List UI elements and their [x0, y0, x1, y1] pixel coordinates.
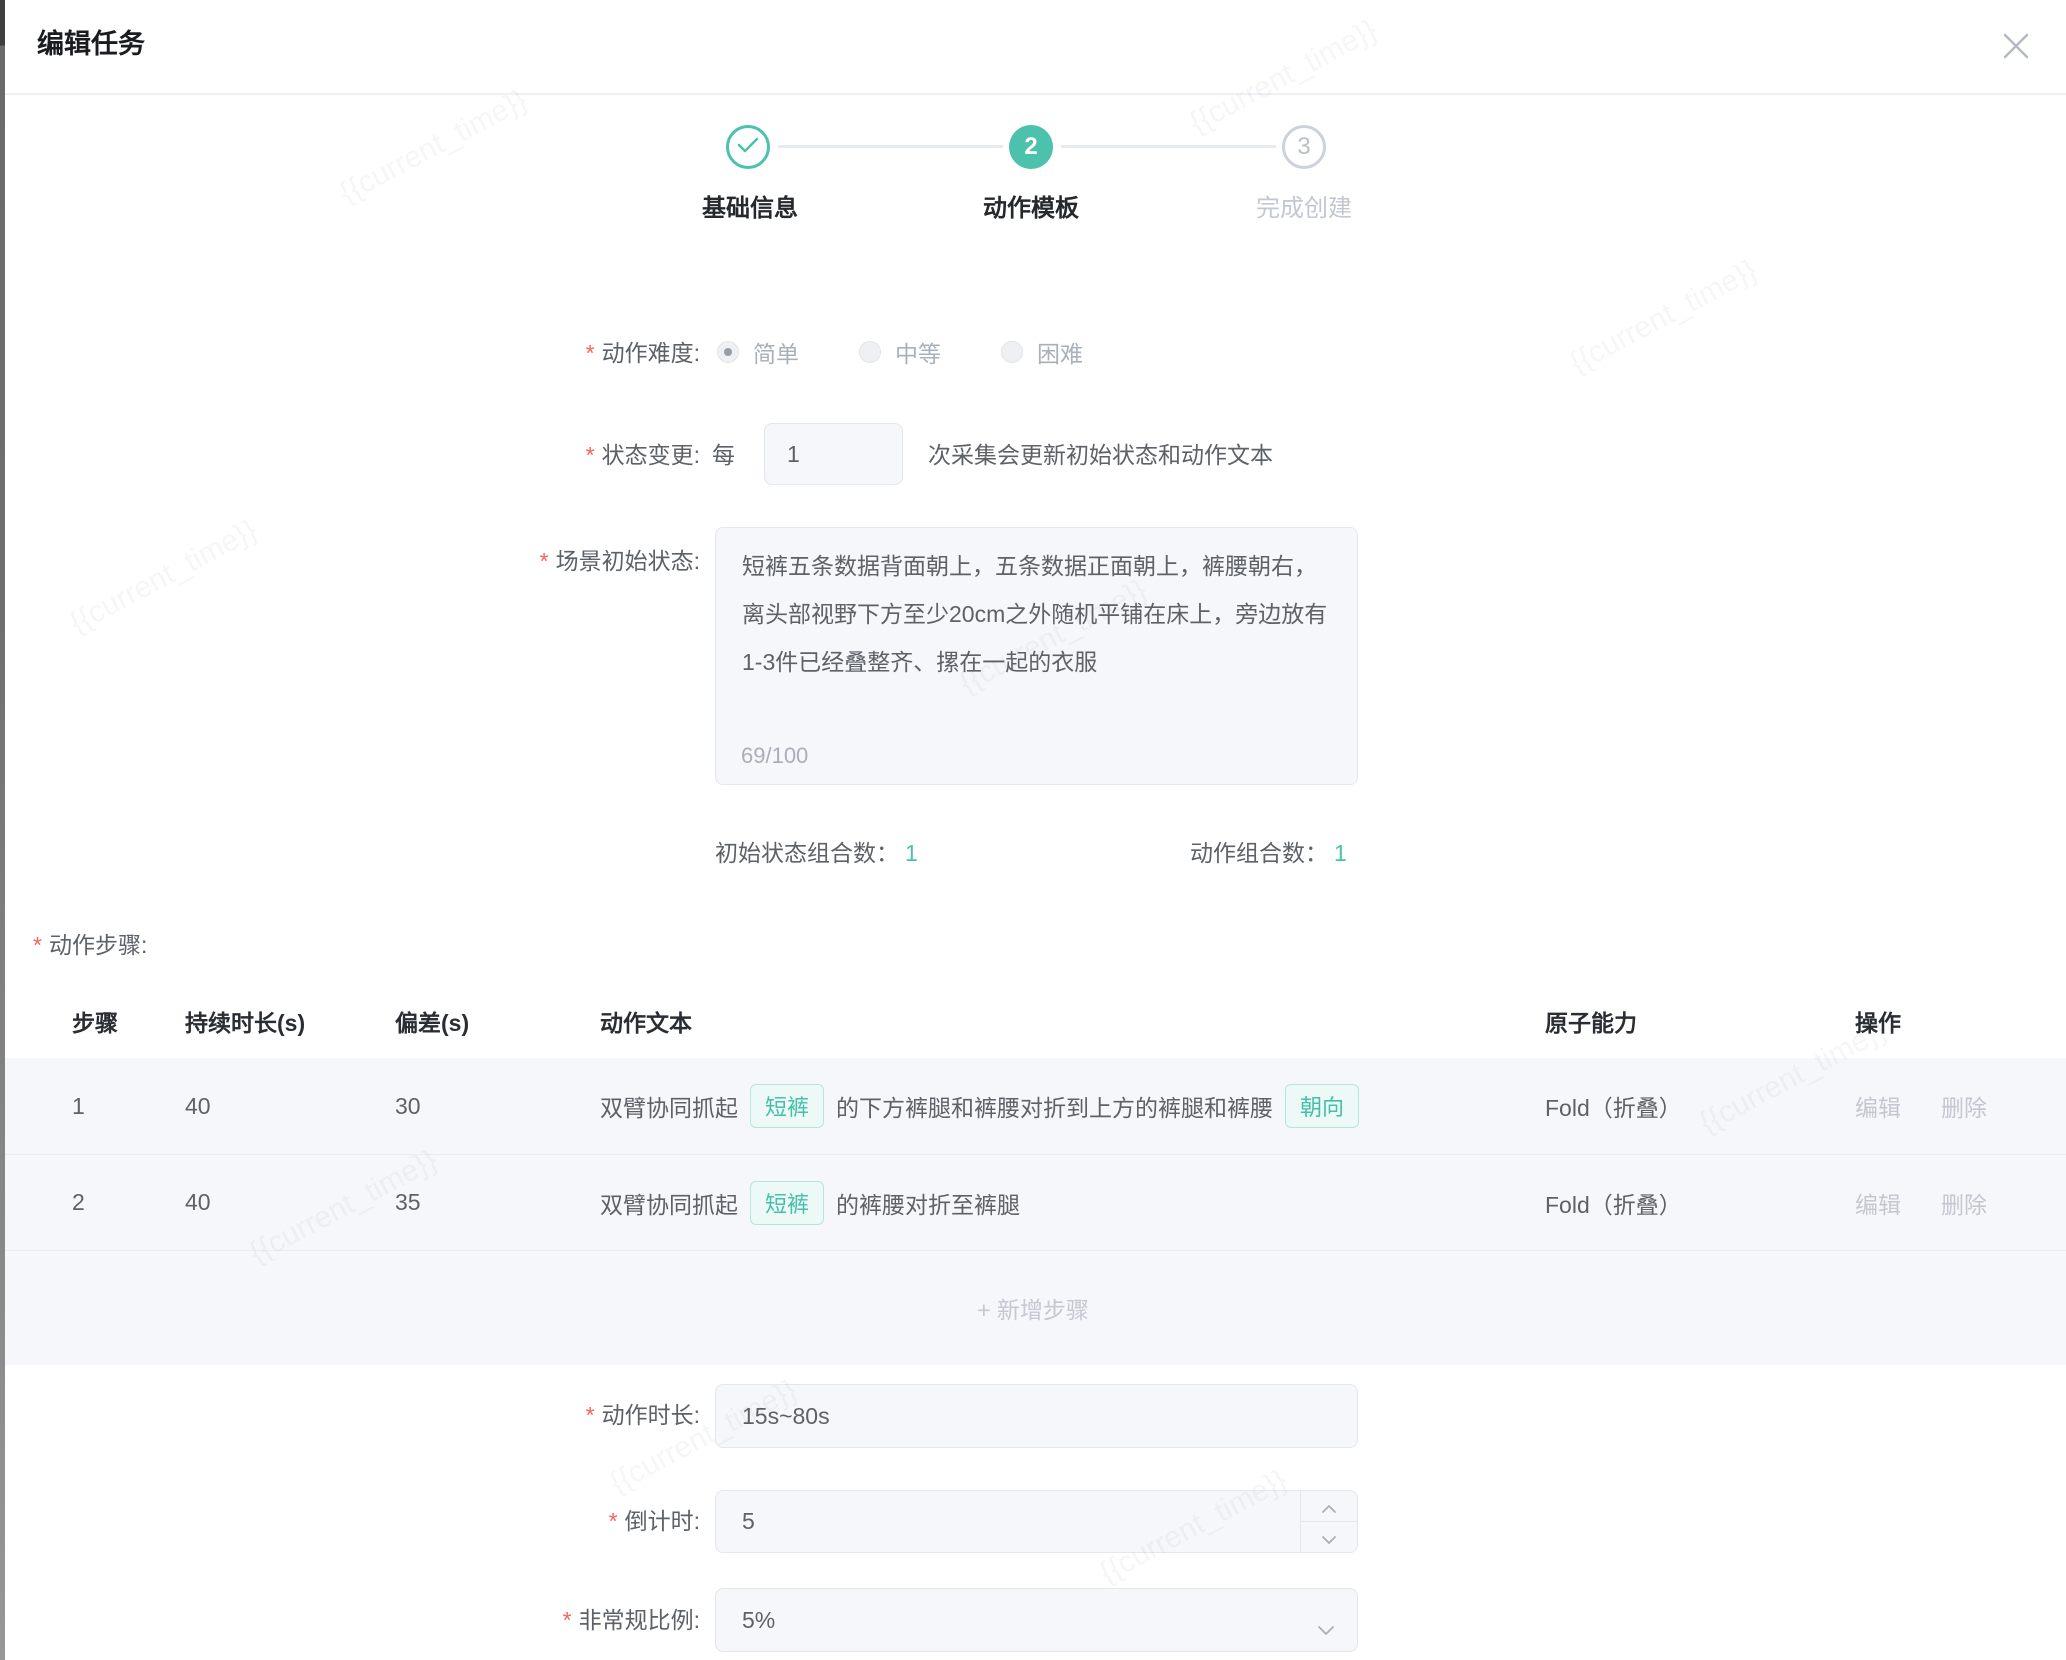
background-page-edge: [0, 0, 5, 1660]
cell-step: 1: [72, 1058, 85, 1154]
radio-circle-icon: [1001, 341, 1023, 363]
col-header-operations: 操作: [1855, 1008, 1901, 1038]
step-3-label: 完成创建: [1174, 188, 1434, 223]
radio-circle-icon: [859, 341, 881, 363]
watermark: {{current_time}}: [1564, 253, 1763, 380]
difficulty-radio-group: 简单 中等 困难: [717, 337, 1083, 367]
unusual-ratio-select[interactable]: 5%: [715, 1588, 1358, 1652]
state-change-suffix: 次采集会更新初始状态和动作文本: [928, 440, 1273, 470]
action-combo-count: 动作组合数：1: [1190, 838, 1347, 868]
table-row: 1 40 30 双臂协同抓起 短裤 的下方裤腿和裤腰对折到上方的裤腿和裤腰 朝向…: [0, 1058, 2066, 1154]
step-connector: [1061, 145, 1276, 148]
watermark: {{current_time}}: [334, 83, 533, 210]
tag-shorts: 短裤: [750, 1084, 824, 1128]
number-spinner: [1300, 1491, 1357, 1552]
cell-action-text: 双臂协同抓起 短裤 的裤腰对折至裤腿: [600, 1155, 1020, 1250]
edit-link[interactable]: 编辑: [1855, 1089, 1901, 1123]
header-divider: [5, 93, 2066, 95]
initial-state-combo-count: 初始状态组合数：1: [715, 838, 918, 868]
cell-deviation: 35: [395, 1155, 421, 1250]
cell-action-text: 双臂协同抓起 短裤 的下方裤腿和裤腰对折到上方的裤腿和裤腰 朝向: [600, 1058, 1371, 1154]
action-duration-input[interactable]: 15s~80s: [715, 1384, 1358, 1448]
required-mark: *: [586, 442, 595, 468]
check-icon: [736, 136, 760, 159]
cell-deviation: 30: [395, 1058, 421, 1154]
radio-hard[interactable]: 困难: [1001, 335, 1083, 369]
col-header-action-text: 动作文本: [600, 1008, 692, 1038]
radio-circle-icon: [717, 341, 739, 363]
cell-operations: 编辑 删除: [1855, 1155, 1987, 1250]
step-3-circle-pending: 3: [1282, 125, 1326, 169]
required-mark: *: [609, 1508, 618, 1534]
unusual-ratio-label: *非常规比例:: [0, 1605, 700, 1635]
action-steps-table: 1 40 30 双臂协同抓起 短裤 的下方裤腿和裤腰对折到上方的裤腿和裤腰 朝向…: [0, 1058, 2066, 1365]
col-header-step: 步骤: [72, 1008, 118, 1038]
radio-medium[interactable]: 中等: [859, 335, 941, 369]
cell-operations: 编辑 删除: [1855, 1058, 1987, 1154]
countdown-label: *倒计时:: [0, 1506, 700, 1536]
chevron-down-icon: [1321, 1524, 1337, 1551]
delete-link[interactable]: 删除: [1941, 1186, 1987, 1220]
col-header-atomic-ability: 原子能力: [1545, 1008, 1637, 1038]
required-mark: *: [586, 1402, 595, 1428]
chevron-up-icon: [1321, 1493, 1337, 1520]
delete-link[interactable]: 删除: [1941, 1089, 1987, 1123]
chevron-down-icon: [1317, 1615, 1335, 1642]
required-mark: *: [540, 548, 549, 574]
edit-link[interactable]: 编辑: [1855, 1186, 1901, 1220]
cell-step: 2: [72, 1155, 85, 1250]
cell-atomic-ability: Fold（折叠）: [1545, 1155, 1682, 1250]
required-mark: *: [586, 340, 595, 366]
action-steps-label: *动作步骤:: [33, 930, 147, 960]
required-mark: *: [33, 932, 42, 958]
close-icon[interactable]: [1996, 26, 2036, 66]
countdown-input[interactable]: 5: [715, 1490, 1358, 1553]
step-1-label: 基础信息: [620, 188, 880, 223]
cell-duration: 40: [185, 1058, 211, 1154]
spinner-increase-button[interactable]: [1301, 1491, 1357, 1521]
state-change-prefix: 每: [712, 440, 735, 470]
step-1-circle-done: [726, 125, 770, 169]
cell-duration: 40: [185, 1155, 211, 1250]
watermark: {{current_time}}: [64, 513, 263, 640]
step-connector: [778, 145, 1003, 148]
col-header-deviation: 偏差(s): [395, 1008, 469, 1038]
add-step-button[interactable]: + 新增步骤: [0, 1250, 2066, 1365]
watermark: {{current_time}}: [1184, 13, 1383, 140]
edit-task-dialog: {{current_time}} {{current_time}} {{curr…: [0, 0, 2066, 1660]
scene-initial-state-label: *场景初始状态:: [0, 546, 700, 576]
required-mark: *: [563, 1607, 572, 1633]
step-2-label: 动作模板: [901, 188, 1161, 223]
tag-shorts: 短裤: [750, 1181, 824, 1225]
difficulty-label: *动作难度:: [0, 338, 700, 368]
state-change-input[interactable]: 1: [764, 423, 903, 485]
table-row: 2 40 35 双臂协同抓起 短裤 的裤腰对折至裤腿 Fold（折叠） 编辑 删…: [0, 1154, 2066, 1250]
spinner-decrease-button[interactable]: [1301, 1521, 1357, 1552]
cell-atomic-ability: Fold（折叠）: [1545, 1058, 1682, 1154]
action-duration-label: *动作时长:: [0, 1400, 700, 1430]
radio-easy[interactable]: 简单: [717, 335, 799, 369]
scene-initial-state-textarea[interactable]: 短裤五条数据背面朝上，五条数据正面朝上，裤腰朝右，离头部视野下方至少20cm之外…: [715, 527, 1358, 785]
state-change-label: *状态变更:: [0, 440, 700, 470]
tag-orientation: 朝向: [1285, 1084, 1359, 1128]
dialog-title: 编辑任务: [37, 22, 145, 61]
step-2-circle-active: 2: [1009, 125, 1053, 169]
char-counter: 69/100: [741, 743, 808, 769]
col-header-duration: 持续时长(s): [185, 1008, 305, 1038]
